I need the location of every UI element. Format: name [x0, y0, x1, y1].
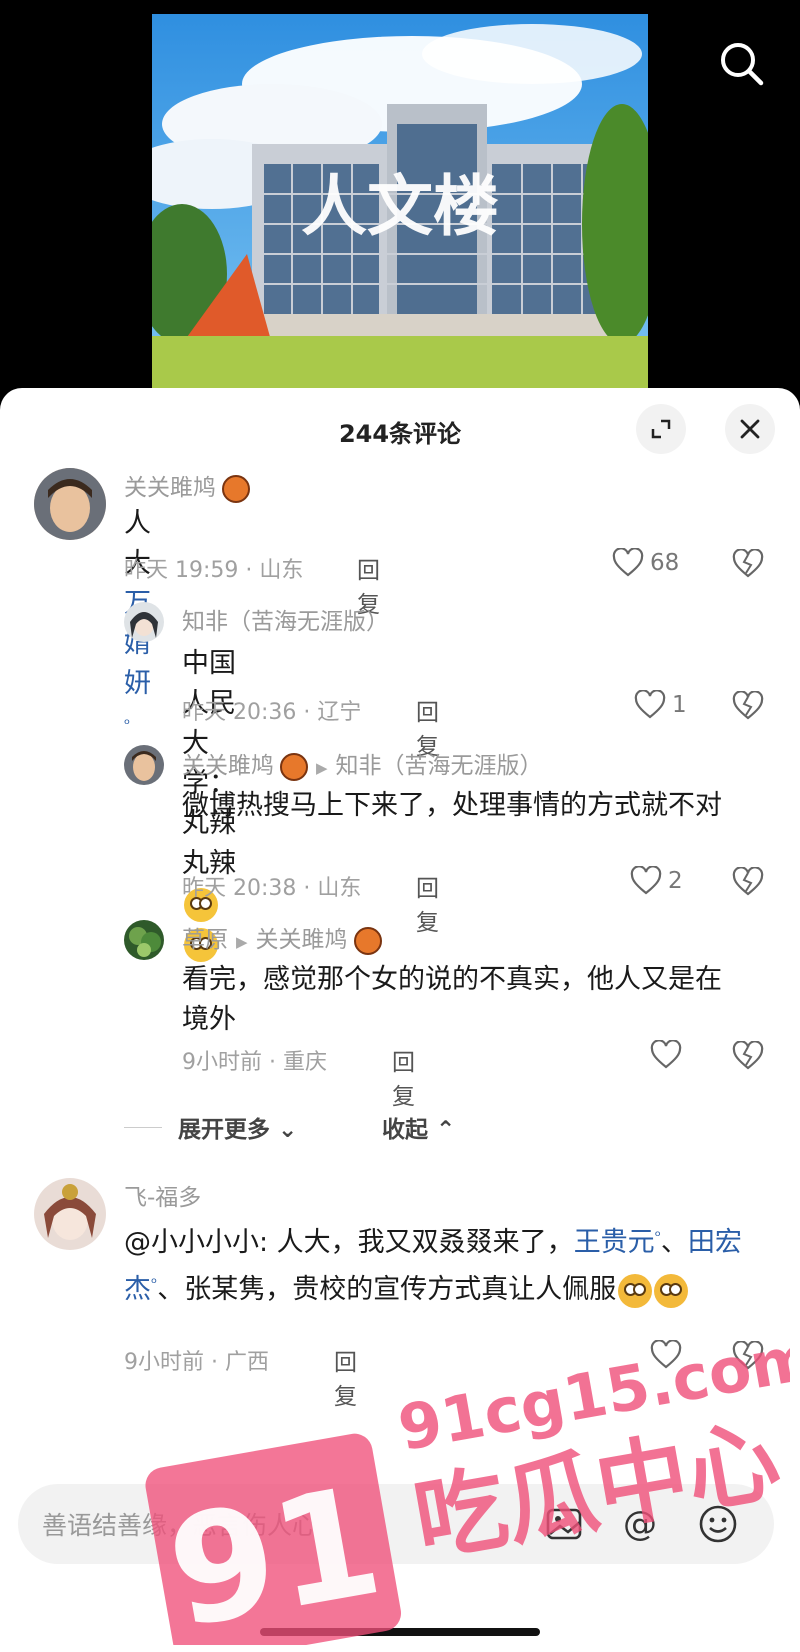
dislike-button[interactable] [732, 690, 764, 725]
cover-title: 人文楼 [301, 167, 499, 245]
expand-sheet-button[interactable] [636, 404, 686, 454]
comment-text: @小小小小: 人大，我又双叒叕来了，王贵元ᵒ、田宏杰ᵒ、张某隽，贵校的宣传方式真… [124, 1216, 764, 1310]
heart-icon [634, 690, 666, 719]
close-icon [740, 419, 760, 439]
collapse-button[interactable]: 收起 ⌃ [382, 1110, 455, 1144]
like-count: 1 [672, 692, 687, 718]
avatar[interactable] [124, 602, 164, 642]
dislike-button[interactable] [732, 866, 764, 901]
image-icon [546, 1508, 582, 1540]
like-count: 68 [650, 550, 680, 576]
commenter-name[interactable]: 知非（苦海无涯版） [182, 602, 389, 636]
avatar-face-icon [34, 468, 106, 540]
heart-icon [650, 1340, 682, 1369]
building-photo: 人文楼 [152, 14, 648, 389]
avatar-anime-icon [34, 1178, 106, 1250]
thinking-emoji-icon [618, 1273, 653, 1308]
avatar[interactable] [34, 468, 106, 540]
comment-meta: 昨天 20:38 · 山东 [182, 876, 362, 901]
avatar[interactable] [124, 745, 164, 785]
search-icon [721, 43, 764, 86]
dislike-button[interactable] [732, 1040, 764, 1075]
like-button[interactable]: 68 [612, 548, 679, 578]
image-button[interactable] [542, 1502, 586, 1546]
avatar-plant-icon [124, 920, 164, 960]
thinking-emoji-icon [654, 1273, 689, 1308]
like-count: 2 [668, 868, 683, 894]
dislike-button[interactable] [732, 548, 764, 583]
at-sign-icon: @ [623, 1504, 657, 1544]
broken-heart-icon [732, 1340, 764, 1370]
avatar[interactable] [34, 1178, 106, 1250]
broken-heart-icon [732, 1040, 764, 1070]
basketball-emoji-icon [222, 474, 250, 503]
comment-text: 看完，感觉那个女的说的不真实，他人又是在境外 [182, 964, 722, 1035]
reply-button[interactable]: 回复 [416, 869, 439, 937]
commenter-name[interactable]: 关关雎鸠 ▶ 知非（苦海无涯版） [182, 746, 543, 781]
broken-heart-icon [732, 866, 764, 896]
reply-button[interactable]: 回复 [392, 1043, 415, 1111]
like-button[interactable] [650, 1340, 682, 1370]
like-button[interactable] [650, 1040, 682, 1070]
reply-arrow-icon: ▶ [316, 759, 328, 777]
search-small-icon: ᵒ [124, 715, 131, 733]
comment-sheet: 244条评论 关关雎鸠 人大万婧妍ᵒ 昨天 19:59 · 山东 回复 68 [0, 388, 800, 1652]
comment-meta: 9小时前 · 重庆 [182, 1050, 327, 1075]
mention-button[interactable]: @ [618, 1502, 662, 1546]
divider-line [124, 1126, 162, 1128]
expand-icon [651, 419, 671, 439]
like-button[interactable]: 1 [634, 690, 687, 720]
smiley-icon [699, 1505, 737, 1543]
commenter-name[interactable]: 关关雎鸠 [124, 468, 250, 503]
commenter-name[interactable]: 飞-福多 [124, 1178, 201, 1212]
emoji-button[interactable] [696, 1502, 740, 1546]
reply-button[interactable]: 回复 [334, 1343, 357, 1411]
mention-link[interactable]: 王贵元 [574, 1227, 655, 1258]
svg-text:@: @ [623, 1504, 657, 1544]
expand-more-button[interactable]: 展开更多 ⌄ [178, 1110, 297, 1144]
broken-heart-icon [732, 690, 764, 720]
basketball-emoji-icon [353, 926, 382, 955]
reply-to-name[interactable]: 知非（苦海无涯版） [336, 753, 543, 779]
basketball-emoji-icon [280, 752, 308, 781]
heart-icon [650, 1040, 682, 1069]
like-button[interactable]: 2 [630, 866, 683, 896]
comment-meta: 昨天 20:36 · 辽宁 [182, 700, 362, 725]
home-indicator[interactable] [260, 1628, 540, 1636]
chevron-up-icon: ⌃ [428, 1117, 456, 1143]
close-sheet-button[interactable] [725, 404, 775, 454]
avatar-face-icon [124, 745, 164, 785]
reply-arrow-icon: ▶ [236, 933, 248, 951]
chevron-down-icon: ⌄ [270, 1117, 298, 1143]
heart-icon [612, 548, 644, 577]
avatar[interactable] [124, 920, 164, 960]
replies-toggle-row: 展开更多 ⌄ 收起 ⌃ [124, 1110, 455, 1144]
search-button[interactable] [712, 34, 772, 94]
comment-meta: 9小时前 · 广西 [124, 1350, 269, 1375]
comment-input-bar[interactable]: 善语结善缘，恶言伤人心 @ [18, 1484, 774, 1564]
comment-input-placeholder[interactable]: 善语结善缘，恶言伤人心 [42, 1506, 317, 1542]
reply-to-name[interactable]: 关关雎鸠 [256, 927, 348, 953]
avatar-anime-icon [124, 602, 164, 642]
commenter-name[interactable]: 草原 ▶ 关关雎鸠 [182, 920, 382, 955]
video-area[interactable]: 人文楼 [0, 0, 800, 400]
dislike-button[interactable] [732, 1340, 764, 1375]
comment-meta: 昨天 19:59 · 山东 [124, 558, 304, 583]
comment-text: 微博热搜马上下来了，处理事情的方式就不对 [182, 790, 722, 821]
heart-icon [630, 866, 662, 895]
video-cover-image[interactable]: 人文楼 [152, 14, 648, 389]
broken-heart-icon [732, 548, 764, 578]
